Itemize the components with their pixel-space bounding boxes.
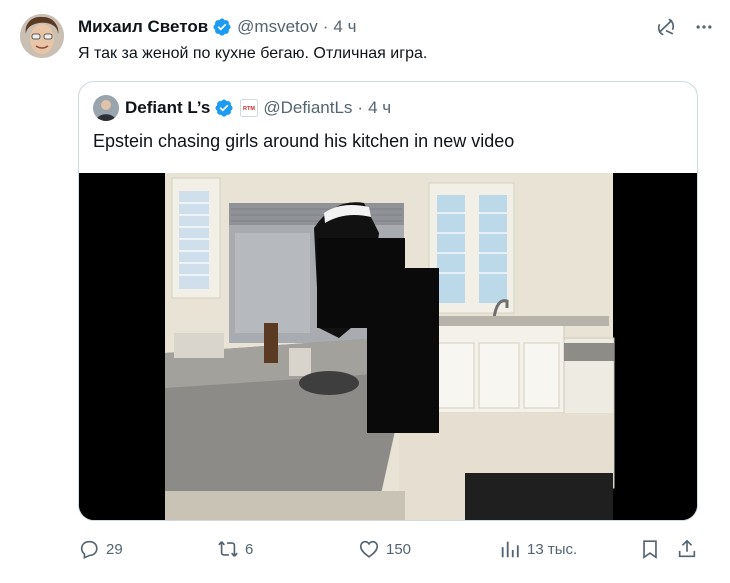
quoted-tweet[interactable]: Defiant L’s RTM @DefiantLs · 4 ч Epstein…: [78, 81, 698, 521]
quote-author-avatar[interactable]: [93, 95, 119, 121]
reply-icon: [80, 540, 98, 559]
svg-text:RTM: RTM: [243, 106, 255, 112]
share-icon: [678, 539, 696, 558]
separator-dot: ·: [357, 98, 364, 117]
tweet-text: Я так за женой по кухне бегаю. Отличная …: [78, 45, 428, 62]
quote-author-handle[interactable]: @DefiantLs: [263, 98, 352, 118]
kitchen-video-frame: [79, 173, 697, 520]
tweet[interactable]: Михаил Светов @msvetov · 4 ч Я так за же…: [0, 0, 730, 583]
like-icon: [359, 540, 379, 558]
verified-icon[interactable]: [212, 17, 232, 37]
author-avatar[interactable]: [20, 14, 64, 58]
author-handle[interactable]: @msvetov: [237, 16, 318, 38]
quote-text: Epstein chasing girls around his kitchen…: [93, 131, 515, 151]
separator-dot: ·: [322, 17, 329, 36]
views-icon: [501, 541, 519, 558]
more-icon[interactable]: [692, 15, 716, 39]
reply-button[interactable]: 29: [78, 537, 123, 561]
repost-button[interactable]: 6: [217, 537, 253, 561]
grok-icon[interactable]: [654, 15, 678, 39]
quote-time[interactable]: 4 ч: [368, 98, 391, 118]
tweet-header: Михаил Светов @msvetov · 4 ч: [78, 16, 710, 38]
tweet-time[interactable]: 4 ч: [333, 16, 356, 38]
video-player[interactable]: [79, 173, 697, 520]
author-name[interactable]: Михаил Светов: [78, 16, 208, 38]
like-button[interactable]: 150: [358, 537, 411, 561]
like-count: 150: [386, 540, 412, 558]
bookmark-icon: [643, 540, 657, 559]
repost-icon: [218, 541, 238, 557]
views-count: 13 тыс.: [527, 540, 578, 558]
verified-icon[interactable]: [214, 98, 234, 118]
header-actions: [654, 15, 716, 39]
views-button[interactable]: 13 тыс.: [499, 537, 577, 561]
affiliate-badge[interactable]: RTM: [240, 99, 259, 117]
reply-count: 29: [106, 540, 123, 558]
quote-author-name[interactable]: Defiant L’s: [125, 98, 210, 118]
action-bar: 29 6 150 13 тыс.: [78, 537, 716, 561]
repost-count: 6: [245, 540, 254, 558]
bookmark-button[interactable]: [639, 537, 667, 561]
quote-header: Defiant L’s RTM @DefiantLs · 4 ч: [93, 95, 391, 121]
share-button[interactable]: [676, 537, 704, 561]
